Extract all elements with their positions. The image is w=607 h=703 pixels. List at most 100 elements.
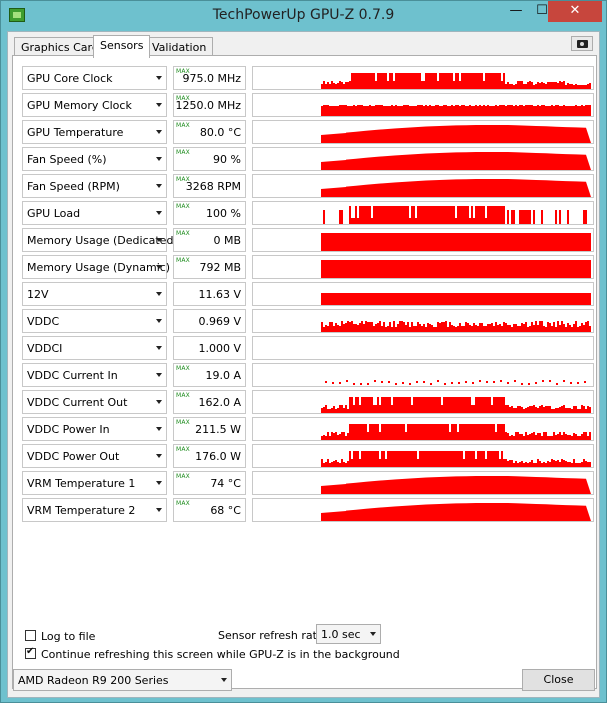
close-button[interactable]: Close — [522, 669, 595, 691]
sensor-value-box: 0.969 V — [173, 309, 246, 333]
minimize-button[interactable]: — — [503, 1, 529, 22]
graph-bar — [399, 73, 401, 89]
sensor-select[interactable]: GPU Temperature — [22, 120, 167, 144]
graph-bar — [549, 323, 551, 332]
graph-bar — [471, 405, 473, 413]
sensor-select[interactable]: GPU Load — [22, 201, 167, 225]
graph-bar — [537, 105, 539, 116]
graph-bar — [513, 408, 515, 413]
tab-validation[interactable]: Validation — [145, 37, 214, 57]
tab-sensors[interactable]: Sensors — [93, 35, 151, 58]
graph-bar — [405, 105, 407, 116]
continue-refreshing-checkbox[interactable] — [25, 646, 36, 659]
graph-bar — [413, 397, 415, 413]
sensor-select[interactable]: VDDCI — [22, 336, 167, 360]
sensor-value-box: MAX 0 MB — [173, 228, 246, 252]
sensor-select[interactable]: Memory Usage (Dedicated) — [22, 228, 178, 252]
graph-bar — [367, 206, 369, 224]
graph-bar — [417, 459, 419, 467]
sensor-value-box: MAX 1250.0 MHz — [173, 93, 246, 117]
graph-bar — [407, 397, 409, 413]
graph-bar — [455, 73, 457, 89]
sensor-select[interactable]: VDDC — [22, 309, 167, 333]
graph-bar — [571, 84, 573, 89]
close-window-button[interactable]: ✕ — [548, 1, 602, 22]
graph-bar — [563, 460, 565, 467]
sensor-select[interactable]: GPU Core Clock — [22, 66, 167, 90]
graph-bar — [461, 73, 463, 89]
graph-bar — [555, 408, 557, 413]
sensor-select[interactable]: Fan Speed (RPM) — [22, 174, 167, 198]
graph-bar — [351, 218, 353, 224]
graph-bar — [387, 397, 389, 413]
graph-bar — [363, 451, 365, 467]
graph-bar — [353, 451, 355, 467]
log-to-file-checkbox[interactable] — [25, 630, 36, 641]
graph-bar — [327, 326, 329, 332]
graph-bar — [339, 405, 341, 413]
graph-bar — [385, 206, 387, 224]
graph-bar — [483, 105, 485, 116]
graph-bar — [411, 405, 413, 413]
graph-bar — [581, 462, 583, 467]
graph-bar — [321, 106, 323, 116]
sensor-select[interactable]: VRM Temperature 1 — [22, 471, 167, 495]
graph-dot — [458, 382, 460, 384]
graph-bar — [545, 463, 547, 467]
sensor-value-box: MAX 19.0 A — [173, 363, 246, 387]
graph-bar — [555, 435, 557, 440]
graph-bar — [589, 462, 591, 467]
sensor-select[interactable]: VDDC Power Out — [22, 444, 167, 468]
graph-bar — [339, 81, 341, 89]
sensor-value: 68 °C — [210, 504, 241, 517]
graph-bar — [409, 397, 411, 413]
graph-bar — [327, 432, 329, 440]
graph-bar — [439, 323, 441, 332]
sensor-select[interactable]: VRM Temperature 2 — [22, 498, 167, 522]
graph-bar — [403, 73, 405, 89]
chevron-down-icon — [156, 184, 162, 188]
graph-bar — [525, 432, 527, 440]
graph-bar — [509, 460, 511, 467]
graph-bar — [531, 105, 533, 116]
graph-bar — [387, 451, 389, 467]
refresh-rate-select[interactable]: 1.0 sec — [316, 624, 381, 644]
sensor-select[interactable]: Memory Usage (Dynamic) — [22, 255, 170, 279]
sensor-graph — [252, 255, 594, 279]
graph-bar — [469, 73, 471, 89]
graph-bar — [459, 424, 461, 440]
title-bar[interactable]: TechPowerUp GPU-Z 0.7.9 — ☐ ✕ — [1, 1, 606, 31]
graph-bar — [561, 321, 563, 332]
graph-bar — [479, 105, 481, 116]
graph-bar — [573, 106, 575, 116]
graph-bar — [335, 106, 337, 116]
graph-bar — [463, 206, 465, 224]
sensor-select[interactable]: VDDC Current Out — [22, 390, 167, 414]
graph-bar — [565, 106, 567, 116]
graph-bar — [513, 463, 515, 467]
graph-bar — [461, 206, 463, 224]
sensor-graph — [252, 471, 594, 495]
graph-bar — [433, 397, 435, 413]
graph-bar — [555, 461, 557, 467]
graph-bar — [561, 459, 563, 467]
screenshot-button[interactable] — [571, 36, 593, 51]
graph-bar — [427, 397, 429, 413]
sensor-select[interactable]: VDDC Current In — [22, 363, 167, 387]
graph-bar — [495, 206, 497, 224]
graph-bar — [331, 81, 333, 89]
gpu-select[interactable]: AMD Radeon R9 200 Series — [13, 669, 232, 691]
graph-bar — [403, 451, 405, 467]
graph-dot — [451, 382, 453, 384]
graph-bar — [581, 323, 583, 332]
graph-bar — [393, 106, 395, 116]
graph-bar — [553, 106, 555, 116]
sensor-select[interactable]: Fan Speed (%) — [22, 147, 167, 171]
graph-bar — [573, 433, 575, 440]
graph-bar — [367, 432, 369, 440]
sensor-select[interactable]: VDDC Power In — [22, 417, 167, 441]
sensor-select[interactable]: 12V — [22, 282, 167, 306]
graph-bar — [467, 323, 469, 332]
graph-bar — [503, 397, 505, 413]
sensor-select[interactable]: GPU Memory Clock — [22, 93, 167, 117]
